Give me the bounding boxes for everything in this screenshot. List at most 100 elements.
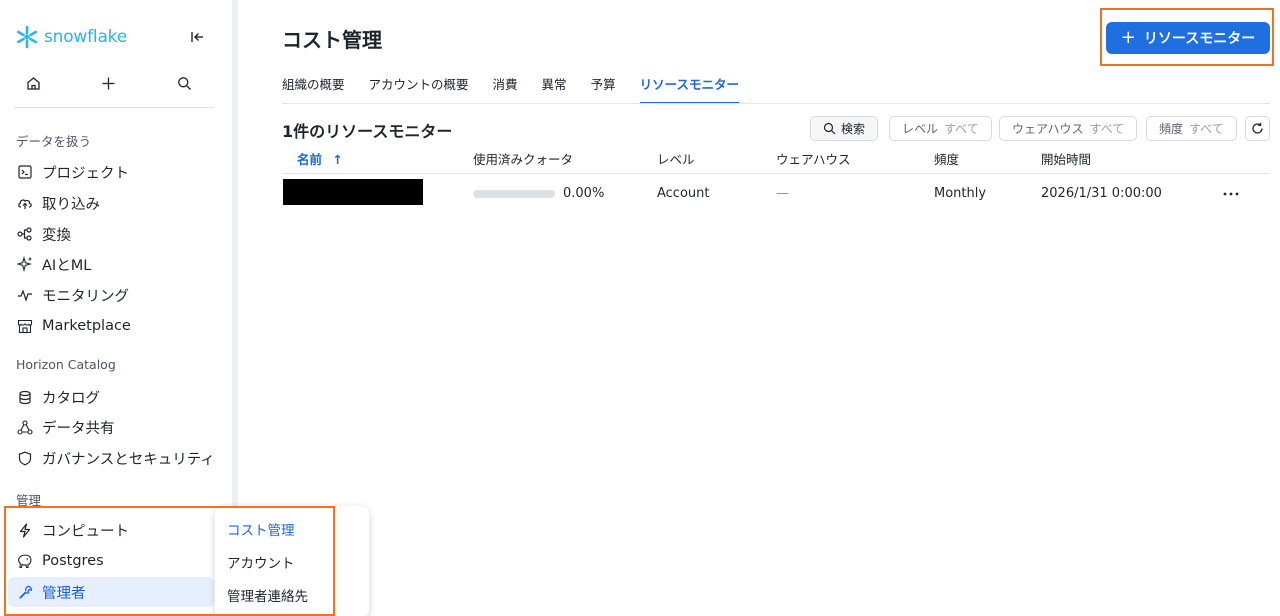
quick-actions bbox=[14, 70, 214, 96]
sidebar-item-compute[interactable]: コンピュート bbox=[8, 515, 214, 545]
collapse-sidebar-button[interactable] bbox=[186, 26, 208, 48]
sidebar-item-label: コンピュート bbox=[42, 523, 129, 540]
database-icon bbox=[16, 388, 34, 406]
sidebar-divider bbox=[14, 107, 214, 108]
plus-icon bbox=[102, 77, 114, 89]
brand-logo[interactable]: snowflake bbox=[14, 24, 214, 50]
warehouse-filter-label: ウェアハウス bbox=[1012, 122, 1084, 136]
search-filter-label: 検索 bbox=[841, 122, 866, 136]
transform-icon bbox=[16, 225, 34, 243]
frequency-filter-label: 頻度 bbox=[1159, 122, 1184, 136]
cost-tabs: 組織の概要 アカウントの概要 消費 異常 予算 リソースモニター bbox=[282, 70, 763, 104]
activity-icon bbox=[16, 286, 34, 304]
search-icon bbox=[823, 122, 836, 135]
sidebar-item-label: カタログ bbox=[42, 390, 100, 407]
sort-ascending-icon: ↑ bbox=[332, 152, 343, 167]
redacted-monitor-name[interactable] bbox=[283, 179, 423, 205]
tab-account-overview[interactable]: アカウントの概要 bbox=[369, 70, 469, 104]
sidebar-item-label: Postgres bbox=[42, 553, 104, 569]
level-filter[interactable]: レベル すべて bbox=[889, 116, 992, 141]
sidebar-item-transform[interactable]: 変換 bbox=[8, 219, 214, 249]
more-horizontal-icon bbox=[1223, 192, 1239, 196]
collapse-left-icon bbox=[191, 32, 203, 42]
refresh-button[interactable] bbox=[1245, 116, 1270, 141]
sidebar: snowflake データを扱う プロジェクト 取り込み 変換 AIとML モニ… bbox=[0, 0, 234, 616]
sidebar-item-label: 取り込み bbox=[42, 196, 100, 213]
warehouse-filter[interactable]: ウェアハウス すべて bbox=[999, 116, 1138, 141]
tab-budgets[interactable]: 予算 bbox=[591, 70, 616, 104]
brand-name: snowflake bbox=[44, 27, 127, 47]
sidebar-item-data-sharing[interactable]: データ共有 bbox=[8, 412, 214, 442]
sidebar-item-label: 変換 bbox=[42, 227, 71, 244]
page-title: コスト管理 bbox=[282, 28, 382, 52]
sidebar-item-catalog[interactable]: カタログ bbox=[8, 382, 214, 412]
column-header-warehouse[interactable]: ウェアハウス bbox=[776, 149, 851, 168]
sparkle-icon bbox=[16, 255, 34, 273]
sidebar-item-postgres[interactable]: Postgres bbox=[8, 546, 214, 576]
elephant-icon bbox=[16, 552, 34, 570]
home-button[interactable] bbox=[20, 70, 46, 96]
tab-resource-monitors[interactable]: リソースモニター bbox=[639, 70, 740, 104]
quota-progress-bar bbox=[473, 190, 555, 198]
column-header-name[interactable]: 名前 ↑ bbox=[297, 149, 343, 168]
section-admin: 管理 bbox=[16, 493, 42, 508]
sidebar-item-label: モニタリング bbox=[42, 288, 129, 305]
quota-used-value: 0.00% bbox=[563, 186, 605, 201]
sidebar-item-label: プロジェクト bbox=[42, 165, 129, 182]
create-button[interactable] bbox=[95, 70, 121, 96]
tab-consumption[interactable]: 消費 bbox=[493, 70, 518, 104]
sidebar-item-marketplace[interactable]: Marketplace bbox=[8, 311, 214, 341]
column-header-name-label: 名前 bbox=[297, 152, 323, 167]
level-filter-value: すべて bbox=[944, 122, 979, 136]
start-time-value: 2026/1/31 0:00:00 bbox=[1041, 186, 1162, 201]
frequency-filter[interactable]: 頻度 すべて bbox=[1146, 116, 1237, 141]
frequency-filter-value: すべて bbox=[1189, 122, 1224, 136]
refresh-icon bbox=[1252, 122, 1263, 134]
home-icon bbox=[26, 76, 40, 90]
level-value: Account bbox=[657, 186, 710, 201]
submenu-item-cost-management[interactable]: コスト管理 bbox=[227, 519, 295, 539]
sidebar-item-ingestion[interactable]: 取り込み bbox=[8, 188, 214, 218]
table-header-divider bbox=[282, 173, 1270, 174]
wrench-icon bbox=[16, 583, 34, 601]
create-resource-monitor-label: リソースモニター bbox=[1143, 31, 1256, 47]
share-icon bbox=[16, 418, 34, 436]
tab-anomalies[interactable]: 異常 bbox=[542, 70, 567, 104]
sidebar-item-governance[interactable]: ガバナンスとセキュリティ bbox=[8, 443, 215, 473]
level-filter-label: レベル bbox=[902, 122, 939, 136]
sidebar-item-label: AIとML bbox=[42, 257, 92, 274]
column-header-quota-used[interactable]: 使用済みクォータ bbox=[473, 149, 573, 168]
tab-org-overview[interactable]: 組織の概要 bbox=[282, 70, 345, 104]
frequency-value: Monthly bbox=[934, 186, 987, 201]
column-header-level[interactable]: レベル bbox=[657, 149, 695, 168]
sidebar-item-monitoring[interactable]: モニタリング bbox=[8, 280, 214, 310]
plus-icon: + bbox=[1120, 26, 1136, 48]
tabs-divider bbox=[282, 103, 1270, 104]
search-button[interactable] bbox=[171, 70, 197, 96]
snowflake-logo-icon bbox=[17, 25, 38, 49]
sidebar-item-projects[interactable]: プロジェクト bbox=[8, 157, 214, 187]
section-work-with-data: データを扱う bbox=[16, 134, 92, 149]
sidebar-item-ai-ml[interactable]: AIとML bbox=[8, 249, 214, 279]
search-filter-button[interactable]: 検索 bbox=[810, 116, 879, 141]
row-more-actions-button[interactable] bbox=[1220, 184, 1242, 204]
shield-icon bbox=[16, 449, 34, 467]
warehouse-value: — bbox=[776, 186, 789, 201]
resource-monitor-count: 1件のリソースモニター bbox=[282, 122, 453, 141]
admin-submenu: コスト管理 アカウント 管理者連絡先 bbox=[215, 506, 369, 616]
lightning-icon bbox=[16, 521, 34, 539]
sidebar-item-label: ガバナンスとセキュリティ bbox=[42, 451, 215, 468]
submenu-item-admin-contacts[interactable]: 管理者連絡先 bbox=[227, 585, 308, 605]
sidebar-item-label: Marketplace bbox=[42, 318, 131, 334]
column-header-start-time[interactable]: 開始時間 bbox=[1041, 149, 1091, 168]
warehouse-filter-value: すべて bbox=[1089, 122, 1125, 136]
sidebar-item-admin[interactable]: 管理者 bbox=[8, 577, 214, 607]
sidebar-item-label: データ共有 bbox=[42, 420, 115, 437]
column-header-frequency[interactable]: 頻度 bbox=[934, 149, 959, 168]
create-resource-monitor-button[interactable]: + リソースモニター bbox=[1106, 22, 1270, 54]
app-window: snowflake データを扱う プロジェクト 取り込み 変換 AIとML モニ… bbox=[0, 0, 1280, 616]
search-icon bbox=[177, 76, 191, 90]
cloud-upload-icon bbox=[16, 194, 34, 212]
submenu-item-accounts[interactable]: アカウント bbox=[227, 552, 295, 572]
sidebar-item-label: 管理者 bbox=[42, 585, 86, 602]
